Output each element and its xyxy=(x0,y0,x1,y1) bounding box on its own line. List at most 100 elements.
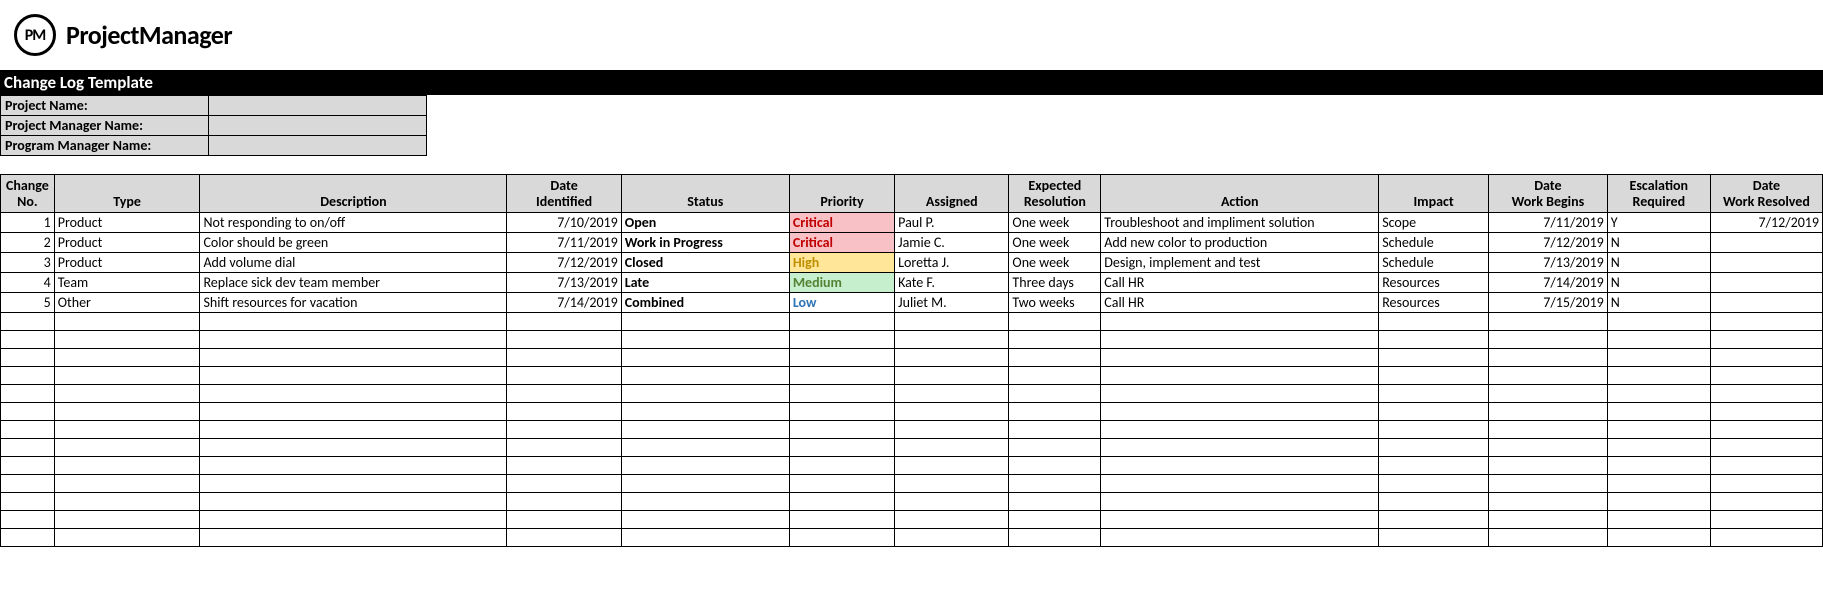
cell-empty[interactable] xyxy=(507,349,621,367)
cell-empty[interactable] xyxy=(1489,439,1608,457)
cell-empty[interactable] xyxy=(200,367,507,385)
cell-empty[interactable] xyxy=(1,493,55,511)
cell-empty[interactable] xyxy=(200,475,507,493)
cell-empty[interactable] xyxy=(1489,313,1608,331)
cell-empty[interactable] xyxy=(1607,475,1710,493)
cell-action[interactable]: Design, implement and test xyxy=(1101,253,1379,273)
cell-empty[interactable] xyxy=(1009,313,1101,331)
cell-empty[interactable] xyxy=(1379,439,1489,457)
cell-empty[interactable] xyxy=(1710,403,1822,421)
cell-empty[interactable] xyxy=(1009,367,1101,385)
cell-dateId[interactable]: 7/10/2019 xyxy=(507,213,621,233)
cell-esc[interactable]: N xyxy=(1607,233,1710,253)
cell-empty[interactable] xyxy=(54,475,200,493)
cell-empty[interactable] xyxy=(1379,403,1489,421)
cell-dwb[interactable]: 7/15/2019 xyxy=(1489,293,1608,313)
meta-value-cell[interactable] xyxy=(209,96,427,116)
cell-empty[interactable] xyxy=(1,529,55,547)
cell-empty[interactable] xyxy=(200,403,507,421)
cell-status[interactable]: Closed xyxy=(621,253,789,273)
cell-desc[interactable]: Shift resources for vacation xyxy=(200,293,507,313)
cell-empty[interactable] xyxy=(1009,421,1101,439)
cell-empty[interactable] xyxy=(1489,475,1608,493)
cell-empty[interactable] xyxy=(789,403,894,421)
cell-empty[interactable] xyxy=(1607,349,1710,367)
cell-empty[interactable] xyxy=(621,385,789,403)
cell-empty[interactable] xyxy=(1101,511,1379,529)
cell-empty[interactable] xyxy=(1607,529,1710,547)
cell-dwr[interactable] xyxy=(1710,233,1822,253)
cell-empty[interactable] xyxy=(1710,439,1822,457)
cell-empty[interactable] xyxy=(507,511,621,529)
cell-empty[interactable] xyxy=(54,349,200,367)
cell-impact[interactable]: Resources xyxy=(1379,293,1489,313)
cell-status[interactable]: Late xyxy=(621,273,789,293)
cell-empty[interactable] xyxy=(507,475,621,493)
cell-priority[interactable]: Low xyxy=(789,293,894,313)
cell-empty[interactable] xyxy=(789,421,894,439)
cell-empty[interactable] xyxy=(1489,403,1608,421)
cell-empty[interactable] xyxy=(895,493,1009,511)
cell-empty[interactable] xyxy=(621,403,789,421)
cell-empty[interactable] xyxy=(1379,457,1489,475)
cell-empty[interactable] xyxy=(1379,349,1489,367)
cell-empty[interactable] xyxy=(895,331,1009,349)
cell-empty[interactable] xyxy=(200,493,507,511)
cell-empty[interactable] xyxy=(1710,475,1822,493)
cell-empty[interactable] xyxy=(789,511,894,529)
cell-dateId[interactable]: 7/14/2019 xyxy=(507,293,621,313)
cell-empty[interactable] xyxy=(1489,367,1608,385)
cell-empty[interactable] xyxy=(1,349,55,367)
cell-empty[interactable] xyxy=(789,349,894,367)
cell-empty[interactable] xyxy=(1607,493,1710,511)
cell-empty[interactable] xyxy=(507,331,621,349)
cell-empty[interactable] xyxy=(54,529,200,547)
cell-no[interactable]: 5 xyxy=(1,293,55,313)
cell-empty[interactable] xyxy=(507,529,621,547)
cell-action[interactable]: Troubleshoot and impliment solution xyxy=(1101,213,1379,233)
cell-empty[interactable] xyxy=(1710,349,1822,367)
cell-empty[interactable] xyxy=(621,367,789,385)
cell-empty[interactable] xyxy=(507,367,621,385)
cell-empty[interactable] xyxy=(1,457,55,475)
cell-impact[interactable]: Schedule xyxy=(1379,253,1489,273)
cell-empty[interactable] xyxy=(507,457,621,475)
cell-empty[interactable] xyxy=(1710,313,1822,331)
cell-desc[interactable]: Color should be green xyxy=(200,233,507,253)
cell-no[interactable]: 2 xyxy=(1,233,55,253)
cell-type[interactable]: Product xyxy=(54,213,200,233)
cell-empty[interactable] xyxy=(1710,331,1822,349)
cell-empty[interactable] xyxy=(621,313,789,331)
cell-empty[interactable] xyxy=(1379,385,1489,403)
cell-empty[interactable] xyxy=(1710,367,1822,385)
cell-expRes[interactable]: One week xyxy=(1009,213,1101,233)
cell-expRes[interactable]: Three days xyxy=(1009,273,1101,293)
cell-empty[interactable] xyxy=(789,313,894,331)
cell-empty[interactable] xyxy=(54,331,200,349)
cell-empty[interactable] xyxy=(507,403,621,421)
cell-desc[interactable]: Add volume dial xyxy=(200,253,507,273)
cell-empty[interactable] xyxy=(789,331,894,349)
cell-empty[interactable] xyxy=(1489,457,1608,475)
cell-no[interactable]: 3 xyxy=(1,253,55,273)
cell-empty[interactable] xyxy=(54,367,200,385)
cell-empty[interactable] xyxy=(54,313,200,331)
cell-empty[interactable] xyxy=(1009,493,1101,511)
cell-empty[interactable] xyxy=(1607,367,1710,385)
cell-empty[interactable] xyxy=(1607,331,1710,349)
cell-assigned[interactable]: Loretta J. xyxy=(895,253,1009,273)
cell-impact[interactable]: Scope xyxy=(1379,213,1489,233)
cell-type[interactable]: Product xyxy=(54,233,200,253)
cell-dateId[interactable]: 7/13/2019 xyxy=(507,273,621,293)
cell-empty[interactable] xyxy=(789,529,894,547)
cell-empty[interactable] xyxy=(1009,511,1101,529)
cell-empty[interactable] xyxy=(1,475,55,493)
cell-empty[interactable] xyxy=(507,421,621,439)
cell-action[interactable]: Call HR xyxy=(1101,273,1379,293)
cell-empty[interactable] xyxy=(895,349,1009,367)
cell-empty[interactable] xyxy=(895,529,1009,547)
cell-empty[interactable] xyxy=(1,385,55,403)
cell-status[interactable]: Work in Progress xyxy=(621,233,789,253)
cell-empty[interactable] xyxy=(1489,511,1608,529)
cell-empty[interactable] xyxy=(621,349,789,367)
